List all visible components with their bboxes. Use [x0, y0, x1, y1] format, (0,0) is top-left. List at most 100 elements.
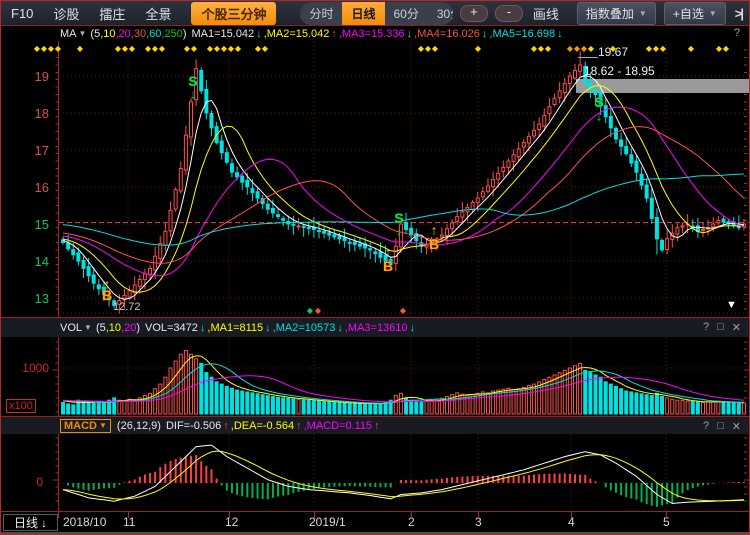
param-text: ,10	[100, 28, 115, 40]
candlestick-chart[interactable]: 19.67 18.62 - 18.95 12.72 ▼ ◆◆◆◆◆◆◆◆◆◆◆◆…	[1, 41, 750, 317]
volume-svg	[1, 337, 750, 416]
collapse-panel-icon[interactable]: >|	[735, 6, 742, 21]
volume-bar	[399, 393, 402, 414]
volume-bar	[707, 402, 710, 414]
macd-bar	[559, 473, 561, 483]
diamond-marker: ◆	[34, 45, 40, 53]
macd-bar	[410, 480, 412, 483]
zoom-in-button[interactable]: +	[460, 5, 488, 22]
add-watchlist-label: +自选	[673, 5, 704, 22]
macd-bar	[605, 483, 607, 487]
vol-dropdown[interactable]: VOL ▼	[60, 322, 92, 334]
volume-bar	[271, 397, 274, 414]
help-icon[interactable]: ?	[734, 27, 740, 39]
candle-body	[343, 238, 346, 241]
period-tab[interactable]: 日线	[342, 2, 384, 25]
candle-body	[251, 189, 254, 193]
candle-body	[149, 268, 152, 274]
down-arrow-icon: ↓	[482, 28, 488, 40]
index-overlay-dropdown[interactable]: 指数叠加 ▼	[577, 2, 656, 25]
date-label: 2018/10	[63, 515, 106, 529]
macd-bar	[241, 483, 243, 496]
macd-bar	[149, 473, 151, 483]
macd-bar	[190, 456, 192, 483]
low-price-label: 12.72	[113, 301, 141, 313]
close-icon[interactable]: ✕	[732, 321, 741, 334]
volume-bar	[154, 389, 157, 414]
macd-dropdown[interactable]: MACD ▼	[60, 419, 111, 433]
volume-bar	[358, 404, 361, 414]
volume-bar	[292, 399, 295, 414]
timeframe-box[interactable]: 日线 ↓	[3, 514, 58, 531]
axis-tick	[229, 512, 230, 518]
draw-line-button[interactable]: 画线	[533, 4, 559, 23]
macd-bar	[338, 483, 340, 486]
candle-body	[563, 83, 566, 92]
period-tab[interactable]: 分时	[300, 2, 342, 25]
candle-body	[97, 285, 100, 289]
volume-bar	[102, 403, 105, 414]
candle-body	[266, 204, 269, 209]
candle-body	[318, 230, 321, 231]
macd-chart[interactable]: 0	[1, 434, 750, 511]
volume-bar	[190, 354, 193, 414]
diamond-marker: ◆	[207, 45, 213, 53]
volume-bar	[123, 401, 126, 414]
axis-tick	[411, 512, 412, 518]
candle-body	[159, 244, 162, 259]
down-arrow-icon: ↓	[407, 28, 413, 40]
chevron-down-icon: ▼	[79, 29, 87, 38]
param-text: (5	[96, 322, 106, 334]
macd-bar	[221, 483, 223, 485]
macd-bar	[420, 480, 422, 483]
diamond-marker: ◆	[653, 45, 659, 53]
close-icon[interactable]: ✕	[732, 420, 741, 433]
period-tab[interactable]: 60分	[385, 2, 428, 25]
maximize-icon[interactable]: □	[717, 321, 724, 334]
macd-bar	[574, 474, 576, 483]
volume-bar	[635, 393, 638, 414]
help-icon[interactable]: ?	[703, 420, 709, 433]
zoom-out-button[interactable]: -	[495, 5, 523, 22]
volume-bar	[62, 403, 65, 415]
candle-body	[522, 143, 525, 147]
down-arrow-icon: ↓	[256, 28, 262, 40]
ma-dropdown[interactable]: MA ▼	[60, 28, 86, 40]
volume-bar	[512, 390, 515, 414]
volume-bar	[261, 395, 264, 414]
volume-bar	[312, 401, 315, 414]
add-watchlist-dropdown[interactable]: +自选 ▼	[664, 2, 726, 25]
toolbar-item[interactable]: 诊股	[53, 4, 79, 23]
macd-bar	[523, 476, 525, 483]
macd-values: DIF=-0.506↑,DEA=-0.564↑,MACD=0.115↑	[166, 420, 382, 432]
period-tab[interactable]: 30分	[428, 2, 453, 25]
up-arrow-icon: ↑	[223, 420, 229, 432]
volume-bar	[323, 402, 326, 414]
macd-bar	[400, 480, 402, 483]
candle-body	[702, 230, 705, 231]
diamond-marker: ◆	[545, 45, 551, 53]
volume-bar	[676, 400, 679, 414]
scroll-down-arrow[interactable]: ▼	[726, 299, 737, 311]
volume-bar	[220, 384, 223, 414]
volume-bar	[691, 402, 694, 414]
volume-chart[interactable]: 1000 x100	[1, 337, 750, 416]
macd-bar	[262, 483, 264, 499]
macd-bar	[374, 483, 376, 487]
macd-bar	[733, 482, 735, 483]
down-arrow-icon: ↓	[200, 322, 206, 334]
toolbar-item[interactable]: 全景	[145, 4, 171, 23]
candle-body	[517, 149, 520, 157]
volume-bar	[225, 386, 228, 414]
help-icon[interactable]: ?	[703, 321, 709, 334]
toolbar-item[interactable]: 擂庄	[99, 4, 125, 23]
toolbar-item[interactable]: F10	[11, 6, 33, 21]
stock-3min-button[interactable]: 个股三分钟	[191, 2, 276, 25]
volume-bar	[236, 390, 239, 414]
candle-body	[717, 220, 720, 223]
volume-bar	[681, 401, 684, 414]
vol-params: (5,10,20)	[96, 322, 140, 334]
maximize-icon[interactable]: □	[717, 420, 724, 433]
diamond-marker: ◆	[152, 45, 158, 53]
volume-bar	[164, 377, 167, 414]
